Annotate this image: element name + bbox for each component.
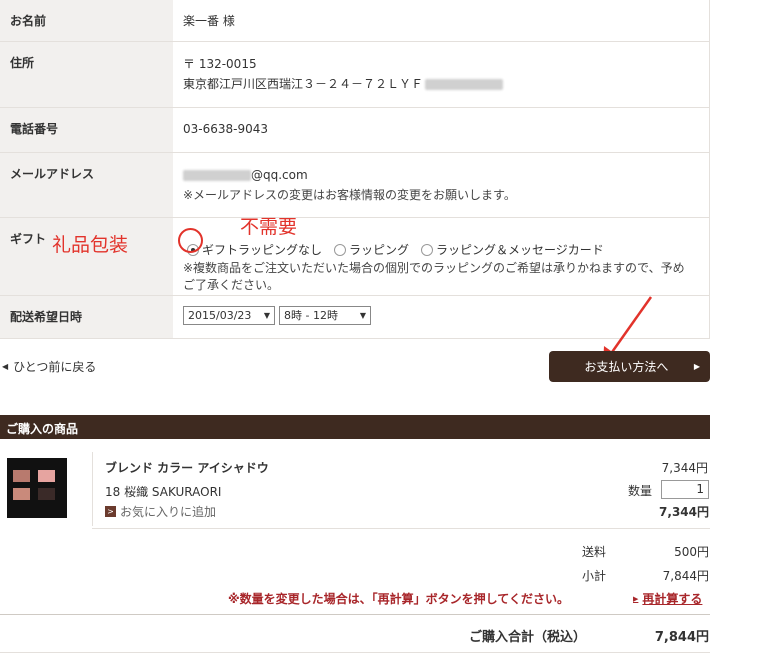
postal-code: 〒 132-0015: [183, 57, 257, 71]
address-row: 住所 〒 132-0015 東京都江戸川区西瑞江３－２４－７２ＬＹＦ: [0, 42, 710, 108]
back-link[interactable]: ◀ ひとつ前に戻る: [2, 358, 96, 375]
gift-label-text: ギフト: [10, 232, 47, 246]
gift-option-label: ギフトラッピングなし: [202, 243, 323, 257]
redacted-address: [425, 79, 504, 90]
gift-option-label: ラッピング: [349, 243, 410, 257]
name-value: 楽一番 様: [173, 0, 710, 41]
add-favorite-link[interactable]: > お気に入りに追加: [105, 503, 216, 520]
subtotal-label: 小計: [582, 569, 607, 583]
annotation-gift-cn: 礼品包装: [52, 234, 129, 256]
swatch: [38, 488, 55, 500]
tel-value: 03-6638-9043: [173, 108, 710, 152]
mail-value: @qq.com ※メールアドレスの変更はお客様情報の変更をお願いします。: [173, 153, 710, 217]
quantity-label: 数量: [628, 484, 653, 498]
unit-price: 7,344円: [661, 461, 708, 475]
delivery-label: 配送希望日時: [0, 296, 173, 338]
name-row: お名前 楽一番 様: [0, 0, 710, 42]
gift-option-wrapping-card[interactable]: ラッピング＆メッセージカード: [421, 240, 604, 260]
delivery-value: 2015/03/23 ▼ 8時 - 12時 ▼: [173, 296, 710, 338]
gift-radio-group: ギフトラッピングなし ラッピング ラッピング＆メッセージカード: [187, 240, 709, 260]
address-value: 〒 132-0015 東京都江戸川区西瑞江３－２４－７２ＬＹＦ: [173, 42, 710, 107]
triangle-right-icon: ▶: [693, 362, 700, 371]
quantity-input[interactable]: 1: [661, 480, 709, 499]
mail-label: メールアドレス: [0, 153, 173, 217]
payment-button-label: お支払い方法へ: [584, 360, 669, 374]
delivery-row: 配送希望日時 2015/03/23 ▼ 8時 - 12時 ▼: [0, 296, 710, 339]
order-form-table: お名前 楽一番 様 住所 〒 132-0015 東京都江戸川区西瑞江３－２４－７…: [0, 0, 710, 339]
delivery-date-value: 2015/03/23: [188, 308, 252, 322]
product-variant: 18 桜織 SAKURAORI: [105, 485, 222, 499]
tel-row: 電話番号 03-6638-9043: [0, 108, 710, 153]
mail-note: ※メールアドレスの変更はお客様情報の変更をお願いします。: [183, 188, 516, 202]
recalc-warning: ※数量を変更した場合は、「再計算」ボタンを押してください。: [228, 592, 569, 606]
subtotal-value: 7,844円: [662, 569, 709, 583]
gift-note-1: ※複数商品をご注文いただいた場合の個別でのラッピングのご希望は承りかねますので、…: [183, 261, 685, 275]
address-line: 東京都江戸川区西瑞江３－２４－７２ＬＹＦ: [183, 74, 709, 94]
divider: [0, 652, 710, 653]
swatch: [38, 470, 55, 482]
gift-option-label: ラッピング＆メッセージカード: [436, 243, 604, 257]
annotation-circle: [178, 228, 203, 253]
arrow-right-icon: >: [105, 506, 116, 517]
swatch: [13, 488, 30, 500]
mail-address: @qq.com: [183, 165, 709, 185]
divider: [0, 614, 710, 615]
gift-option-none[interactable]: ギフトラッピングなし: [187, 240, 322, 260]
delivery-time-select[interactable]: 8時 - 12時 ▼: [279, 306, 371, 325]
gift-option-wrapping[interactable]: ラッピング: [334, 240, 409, 260]
swatch: [13, 470, 30, 482]
gift-note-2: ご了承ください。: [183, 278, 280, 292]
name-label: お名前: [0, 0, 173, 41]
total-label: ご購入合計（税込）: [469, 630, 587, 645]
delivery-date-select[interactable]: 2015/03/23 ▼: [183, 306, 275, 325]
triangle-left-icon: ◀: [2, 362, 9, 371]
divider: [92, 452, 93, 526]
address-text: 東京都江戸川区西瑞江３－２４－７２ＬＹＦ: [183, 77, 424, 91]
payment-method-button[interactable]: お支払い方法へ ▶: [549, 351, 710, 382]
recalc-label: 再計算する: [642, 592, 703, 606]
radio-icon[interactable]: [334, 244, 347, 256]
chevron-down-icon: ▼: [263, 310, 270, 320]
shipping-label: 送料: [582, 545, 607, 559]
chevron-down-icon: ▼: [359, 310, 366, 320]
total-value: 7,844円: [654, 630, 709, 645]
back-link-label: ひとつ前に戻る: [13, 360, 97, 374]
redacted-mail: [183, 170, 251, 181]
address-label: 住所: [0, 42, 173, 107]
mail-domain: @qq.com: [251, 168, 308, 182]
delivery-time-value: 8時 - 12時: [284, 308, 338, 322]
line-total: 7,344円: [659, 505, 709, 519]
recalc-link[interactable]: ▶ 再計算する: [633, 590, 702, 607]
mail-row: メールアドレス @qq.com ※メールアドレスの変更はお客様情報の変更をお願い…: [0, 153, 710, 218]
radio-icon[interactable]: [421, 244, 434, 256]
favorite-label: お気に入りに追加: [120, 505, 217, 519]
tel-label: 電話番号: [0, 108, 173, 152]
shipping-value: 500円: [674, 545, 709, 559]
annotation-no-need-cn: 不需要: [240, 216, 298, 238]
product-name[interactable]: ブレンド カラー アイシャドウ: [105, 459, 269, 476]
triangle-right-icon: ▶: [633, 594, 639, 603]
cart-section-title: ご購入の商品: [0, 415, 710, 439]
product-image[interactable]: [7, 458, 67, 518]
divider: [92, 528, 710, 529]
